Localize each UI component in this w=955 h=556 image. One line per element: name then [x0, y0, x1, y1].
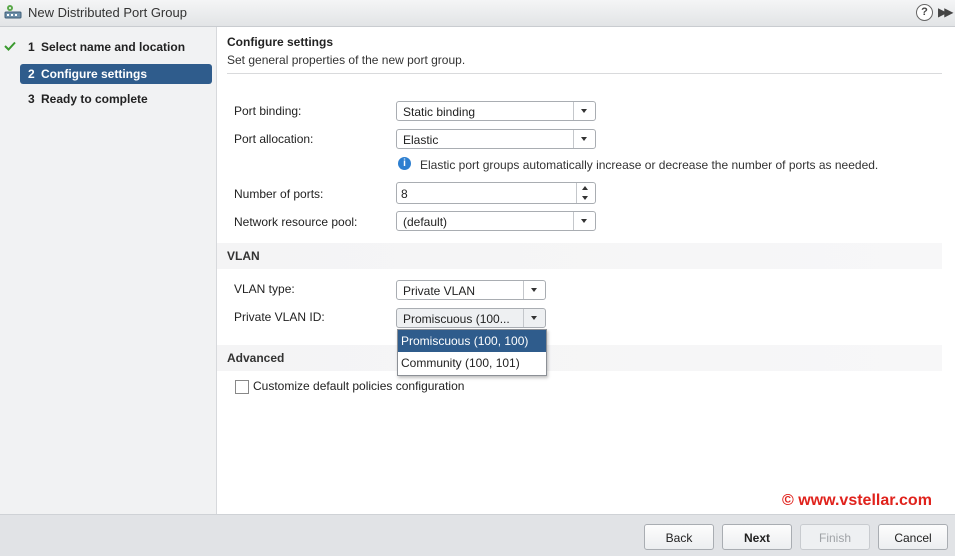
private-vlan-id-dropdown: Promiscuous (100, 100) Community (100, 1…: [397, 329, 547, 376]
wizard-steps-sidebar: 1 Select name and location 2 Configure s…: [0, 27, 217, 514]
port-group-icon: [4, 4, 22, 23]
chevron-down-icon[interactable]: [573, 102, 595, 120]
port-allocation-value: Elastic: [403, 133, 439, 147]
info-message: Elastic port groups automatically increa…: [420, 158, 879, 172]
advanced-section-header: Advanced: [217, 345, 942, 371]
vlan-type-label: VLAN type:: [234, 282, 295, 296]
private-vlan-id-value: Promiscuous (100...: [403, 312, 510, 326]
page-title: Configure settings: [227, 35, 334, 49]
stepper-buttons[interactable]: [576, 183, 595, 203]
step-label: Configure settings: [41, 67, 148, 81]
step-select-name-location[interactable]: 1 Select name and location: [20, 37, 212, 57]
next-button[interactable]: Next: [722, 524, 792, 550]
page-subtitle: Set general properties of the new port g…: [227, 53, 466, 67]
number-of-ports-stepper[interactable]: 8: [396, 182, 596, 204]
dropdown-option-promiscuous[interactable]: Promiscuous (100, 100): [398, 330, 546, 352]
vlan-type-select[interactable]: Private VLAN: [396, 280, 546, 300]
wizard-footer: Back Next Finish Cancel: [0, 514, 955, 556]
customize-policies-label[interactable]: Customize default policies configuration: [253, 379, 464, 393]
chevron-down-icon[interactable]: [523, 309, 545, 327]
watermark: © www.vstellar.com: [782, 492, 932, 509]
arrow-down-icon[interactable]: [582, 196, 588, 200]
number-of-ports-value: 8: [401, 187, 408, 201]
customize-policies-checkbox[interactable]: [235, 380, 249, 394]
title-bar: New Distributed Port Group ? ▶▶: [0, 0, 955, 27]
main-panel: Configure settings Set general propertie…: [217, 27, 955, 514]
help-icon[interactable]: ?: [916, 4, 933, 21]
port-binding-value: Static binding: [403, 105, 476, 119]
step-ready-to-complete[interactable]: 3 Ready to complete: [20, 89, 212, 109]
vlan-type-value: Private VLAN: [403, 284, 476, 298]
step-number: 1: [28, 40, 35, 54]
dropdown-option-community[interactable]: Community (100, 101): [398, 352, 546, 374]
arrow-up-icon[interactable]: [582, 186, 588, 190]
window-title: New Distributed Port Group: [28, 5, 187, 20]
section-title: Advanced: [227, 351, 285, 365]
network-resource-pool-label: Network resource pool:: [234, 215, 358, 229]
step-label: Select name and location: [41, 40, 186, 54]
network-resource-pool-value: (default): [403, 215, 448, 229]
private-vlan-id-select[interactable]: Promiscuous (100...: [396, 308, 546, 328]
cancel-button[interactable]: Cancel: [878, 524, 948, 550]
port-allocation-label: Port allocation:: [234, 132, 314, 146]
chevron-down-icon[interactable]: [573, 130, 595, 148]
step-number: 3: [28, 92, 35, 106]
expand-icon[interactable]: ▶▶: [938, 5, 954, 19]
port-binding-select[interactable]: Static binding: [396, 101, 596, 121]
divider: [227, 73, 942, 74]
port-binding-label: Port binding:: [234, 104, 302, 118]
port-allocation-select[interactable]: Elastic: [396, 129, 596, 149]
finish-button[interactable]: Finish: [800, 524, 870, 550]
vlan-section-header: VLAN: [217, 243, 942, 269]
step-configure-settings[interactable]: 2 Configure settings: [20, 64, 212, 84]
chevron-down-icon[interactable]: [523, 281, 545, 299]
network-resource-pool-select[interactable]: (default): [396, 211, 596, 231]
checkmark-icon: [4, 40, 16, 54]
back-button[interactable]: Back: [644, 524, 714, 550]
section-title: VLAN: [227, 249, 260, 263]
chevron-down-icon[interactable]: [573, 212, 595, 230]
number-of-ports-label: Number of ports:: [234, 187, 324, 201]
step-number: 2: [28, 67, 35, 81]
info-icon: i: [398, 157, 411, 170]
step-label: Ready to complete: [41, 92, 148, 106]
private-vlan-id-label: Private VLAN ID:: [234, 310, 325, 324]
